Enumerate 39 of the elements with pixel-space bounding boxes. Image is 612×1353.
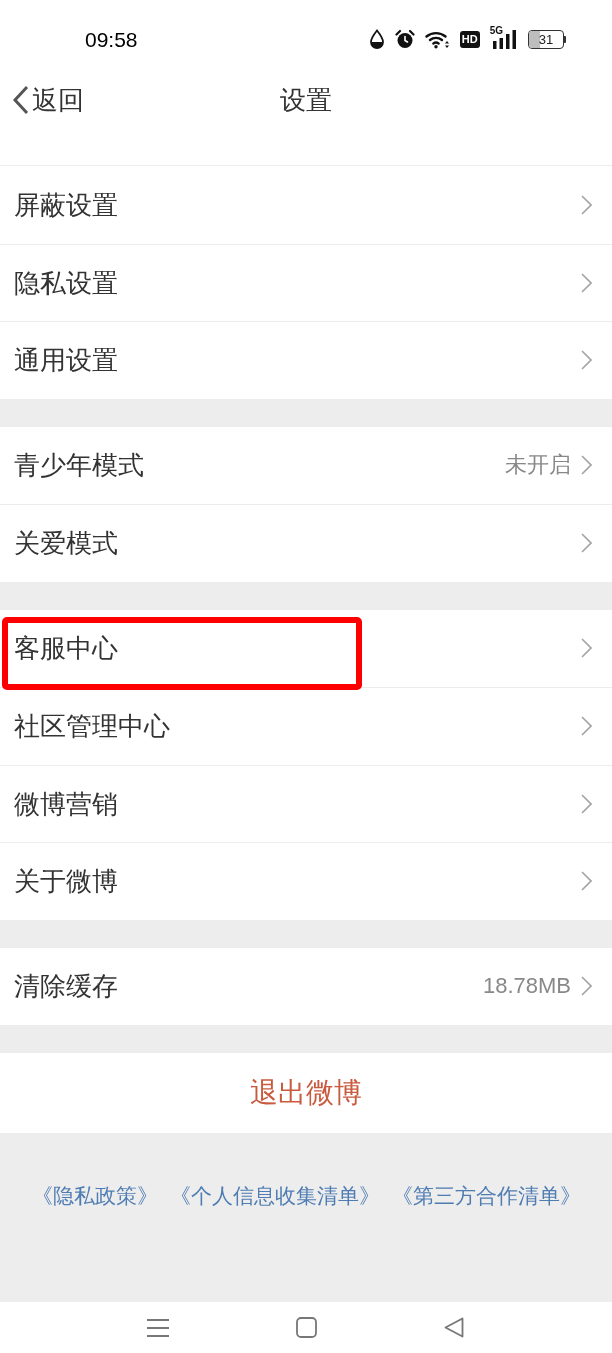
chevron-right-icon (581, 455, 592, 476)
item-label: 清除缓存 (14, 973, 118, 1000)
item-value: 未开启 (505, 454, 571, 477)
chevron-right-icon (581, 638, 592, 659)
page-title: 设置 (280, 87, 332, 113)
chevron-right-icon (581, 194, 592, 215)
battery-percent: 31 (538, 32, 554, 46)
chevron-left-icon (12, 85, 29, 115)
chevron-right-icon (581, 871, 592, 892)
clock-time: 09:58 (85, 28, 138, 50)
water-drop-icon (368, 29, 385, 49)
item-label: 社区管理中心 (14, 713, 170, 740)
footer-link[interactable]: 《个人信息收集清单》 (169, 1185, 380, 1206)
footer-link[interactable]: 《隐私政策》 (31, 1185, 158, 1206)
footer-link[interactable]: 《第三方合作清单》 (391, 1185, 581, 1206)
item-label: 关于微博 (14, 868, 118, 895)
chevron-right-icon (581, 976, 592, 997)
chevron-right-icon (581, 350, 592, 371)
item-label: 微博营销 (14, 790, 118, 817)
item-label: 青少年模式 (14, 452, 144, 479)
chevron-right-icon (581, 533, 592, 554)
square-icon[interactable] (295, 1317, 317, 1338)
chevron-right-icon (581, 716, 592, 737)
item-label: 通用设置 (14, 347, 118, 374)
logout-button[interactable]: 退出微博 (0, 1053, 612, 1133)
item-label: 客服中心 (14, 635, 118, 662)
hd-badge: HD (459, 30, 480, 48)
chevron-right-icon (581, 272, 592, 293)
item-value: 18.78MB (482, 975, 571, 998)
chevron-right-icon (581, 793, 592, 814)
alarm-clock-icon (394, 29, 415, 49)
item-label: 关爱模式 (14, 530, 118, 557)
menu-icon[interactable] (147, 1317, 169, 1338)
back-button[interactable]: 返回 (12, 85, 84, 115)
back-icon[interactable] (444, 1317, 464, 1338)
wifi-icon (424, 29, 450, 49)
network-type: 5G (489, 26, 503, 36)
item-label: 屏蔽设置 (14, 191, 118, 218)
item-label: 隐私设置 (14, 269, 118, 296)
